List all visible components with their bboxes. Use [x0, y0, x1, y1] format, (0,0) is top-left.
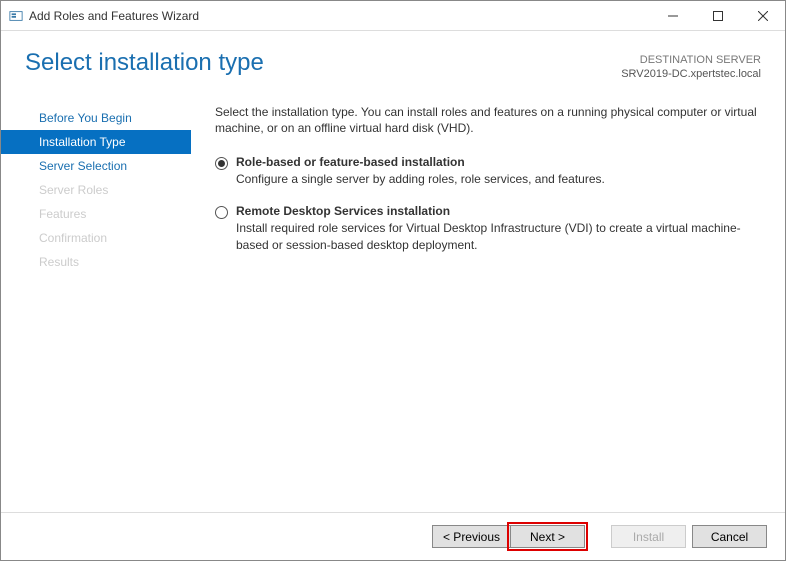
window-controls [650, 1, 785, 30]
sidebar-item-server-selection[interactable]: Server Selection [1, 154, 191, 178]
main-panel: Select the installation type. You can in… [191, 98, 785, 500]
minimize-button[interactable] [650, 1, 695, 30]
titlebar-left: Add Roles and Features Wizard [9, 9, 199, 23]
window-title: Add Roles and Features Wizard [29, 9, 199, 23]
intro-text: Select the installation type. You can in… [215, 104, 761, 138]
radio-content: Remote Desktop Services installation Ins… [236, 204, 761, 254]
app-icon [9, 9, 23, 23]
sidebar-item-server-roles: Server Roles [1, 178, 191, 202]
radio-title: Remote Desktop Services installation [236, 204, 761, 218]
page-title: Select installation type [25, 49, 264, 77]
radio-remote-desktop[interactable]: Remote Desktop Services installation Ins… [215, 204, 761, 254]
titlebar: Add Roles and Features Wizard [1, 1, 785, 31]
radio-title: Role-based or feature-based installation [236, 155, 761, 169]
previous-button[interactable]: < Previous [432, 525, 510, 548]
radio-desc: Install required role services for Virtu… [236, 220, 761, 254]
cancel-button[interactable]: Cancel [692, 525, 767, 548]
wizard-window: Add Roles and Features Wizard Select ins… [0, 0, 786, 561]
radio-button-icon [215, 157, 228, 170]
sidebar: Before You Begin Installation Type Serve… [1, 98, 191, 500]
destination-label: DESTINATION SERVER [621, 53, 761, 67]
radio-desc: Configure a single server by adding role… [236, 171, 761, 188]
sidebar-item-confirmation: Confirmation [1, 226, 191, 250]
sidebar-item-before-you-begin[interactable]: Before You Begin [1, 106, 191, 130]
footer: < Previous Next > Install Cancel [1, 512, 785, 560]
radio-content: Role-based or feature-based installation… [236, 155, 761, 188]
destination-value: SRV2019-DC.xpertstec.local [621, 67, 761, 81]
sidebar-item-results: Results [1, 250, 191, 274]
nav-button-group: < Previous Next > [432, 525, 585, 548]
close-button[interactable] [740, 1, 785, 30]
radio-button-icon [215, 206, 228, 219]
destination-server: DESTINATION SERVER SRV2019-DC.xpertstec.… [621, 53, 761, 82]
header-area: Select installation type DESTINATION SER… [1, 31, 785, 92]
sidebar-item-installation-type[interactable]: Installation Type [1, 130, 191, 154]
next-button[interactable]: Next > [510, 525, 585, 548]
install-button: Install [611, 525, 686, 548]
radio-role-based[interactable]: Role-based or feature-based installation… [215, 155, 761, 188]
sidebar-item-features: Features [1, 202, 191, 226]
maximize-button[interactable] [695, 1, 740, 30]
content-area: Before You Begin Installation Type Serve… [1, 92, 785, 500]
